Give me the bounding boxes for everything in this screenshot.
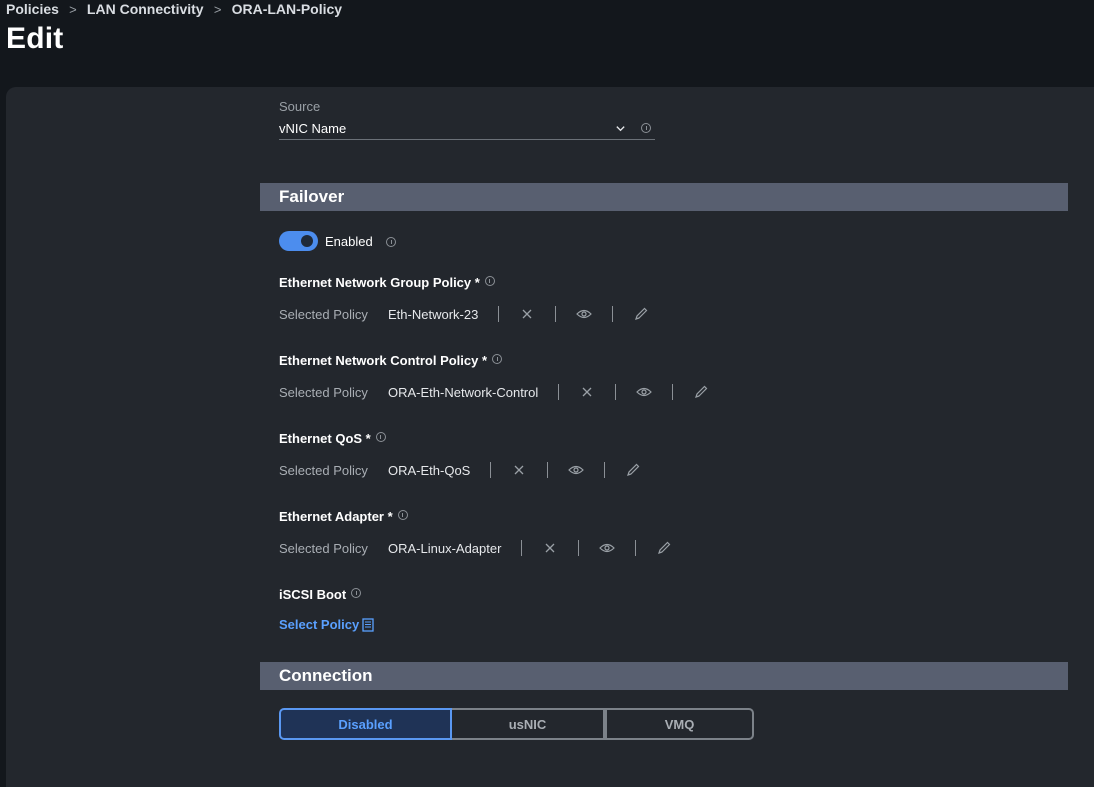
close-icon[interactable] (579, 384, 595, 400)
eye-icon[interactable] (599, 540, 616, 556)
selected-policy-label: Selected Policy (279, 462, 368, 478)
toggle-knob (301, 235, 313, 247)
close-icon[interactable] (519, 306, 535, 322)
eye-icon[interactable] (636, 384, 653, 400)
source-label: Source (279, 99, 321, 114)
select-policy-link[interactable]: Select Policy (279, 617, 374, 632)
document-list-icon (362, 617, 374, 632)
chevron-right-icon: > (213, 1, 222, 17)
breadcrumb-ora-lan-policy[interactable]: ORA-LAN-Policy (232, 1, 342, 17)
divider (615, 384, 617, 400)
policy-row-eth-qos: Selected Policy ORA-Eth-QoS (279, 460, 641, 480)
selected-policy-label: Selected Policy (279, 306, 368, 322)
source-select-value: vNIC Name (279, 121, 347, 136)
divider (490, 462, 492, 478)
divider (612, 306, 614, 322)
info-icon[interactable] (386, 237, 396, 247)
connection-option-disabled[interactable]: Disabled (279, 708, 452, 740)
selected-policy-value: ORA-Eth-QoS (388, 462, 471, 478)
info-icon[interactable] (375, 432, 386, 442)
info-icon[interactable] (492, 354, 503, 364)
pencil-icon[interactable] (633, 306, 649, 322)
pencil-icon[interactable] (656, 540, 672, 556)
policy-title-text: Ethernet Adapter * (279, 509, 393, 524)
section-title-connection: Connection (279, 666, 373, 685)
pencil-icon[interactable] (693, 384, 709, 400)
policy-title-text: iSCSI Boot (279, 587, 347, 602)
policy-title-eth-network-control: Ethernet Network Control Policy * (279, 353, 503, 368)
connection-option-usnic[interactable]: usNIC (452, 708, 605, 740)
connection-segmented-control: Disabled usNIC VMQ (279, 708, 754, 740)
policy-title-eth-qos: Ethernet QoS * (279, 431, 386, 446)
policy-title-text: Ethernet Network Group Policy * (279, 275, 480, 290)
eye-icon[interactable] (576, 306, 593, 322)
divider (578, 540, 580, 556)
close-icon[interactable] (511, 462, 527, 478)
section-header-connection: Connection (260, 662, 1068, 690)
eye-icon[interactable] (568, 462, 585, 478)
policy-title-eth-adapter: Ethernet Adapter * (279, 509, 408, 524)
selected-policy-value: ORA-Linux-Adapter (388, 540, 502, 556)
pencil-icon[interactable] (625, 462, 641, 478)
selected-policy-value: ORA-Eth-Network-Control (388, 384, 539, 400)
select-policy-label: Select Policy (279, 617, 360, 632)
top-bar: Policies > LAN Connectivity > ORA-LAN-Po… (0, 0, 1094, 90)
close-icon[interactable] (542, 540, 558, 556)
policy-row-eth-network-group: Selected Policy Eth-Network-23 (279, 304, 649, 324)
info-icon[interactable] (397, 510, 408, 520)
selected-policy-value: Eth-Network-23 (388, 306, 479, 322)
divider (498, 306, 500, 322)
section-title-failover: Failover (279, 187, 345, 206)
policy-title-text: Ethernet Network Control Policy * (279, 353, 488, 368)
policy-title-eth-network-group: Ethernet Network Group Policy * (279, 275, 495, 290)
policy-title-iscsi-boot: iSCSI Boot (279, 587, 362, 602)
policy-row-eth-adapter: Selected Policy ORA-Linux-Adapter (279, 538, 672, 558)
divider (672, 384, 674, 400)
connection-option-vmq[interactable]: VMQ (605, 708, 754, 740)
failover-toggle[interactable] (279, 231, 318, 251)
chevron-right-icon: > (69, 1, 77, 17)
policy-row-eth-network-control: Selected Policy ORA-Eth-Network-Control (279, 382, 709, 402)
divider (635, 540, 637, 556)
divider (547, 462, 549, 478)
breadcrumb-policies[interactable]: Policies (6, 1, 59, 17)
policy-title-text: Ethernet QoS * (279, 431, 371, 446)
failover-enabled-label: Enabled (325, 234, 373, 249)
page-title: Edit (6, 22, 64, 55)
info-icon[interactable] (484, 276, 495, 286)
info-icon[interactable] (641, 123, 651, 133)
breadcrumb-lan-connectivity[interactable]: LAN Connectivity (87, 1, 204, 17)
breadcrumb: Policies > LAN Connectivity > ORA-LAN-Po… (6, 1, 342, 17)
divider (555, 306, 557, 322)
section-header-failover: Failover (260, 183, 1068, 211)
info-icon[interactable] (351, 588, 362, 598)
source-select[interactable]: vNIC Name (279, 118, 655, 140)
selected-policy-label: Selected Policy (279, 384, 368, 400)
divider (558, 384, 560, 400)
selected-policy-label: Selected Policy (279, 540, 368, 556)
divider (521, 540, 523, 556)
divider (604, 462, 606, 478)
chevron-down-icon[interactable] (615, 123, 626, 134)
